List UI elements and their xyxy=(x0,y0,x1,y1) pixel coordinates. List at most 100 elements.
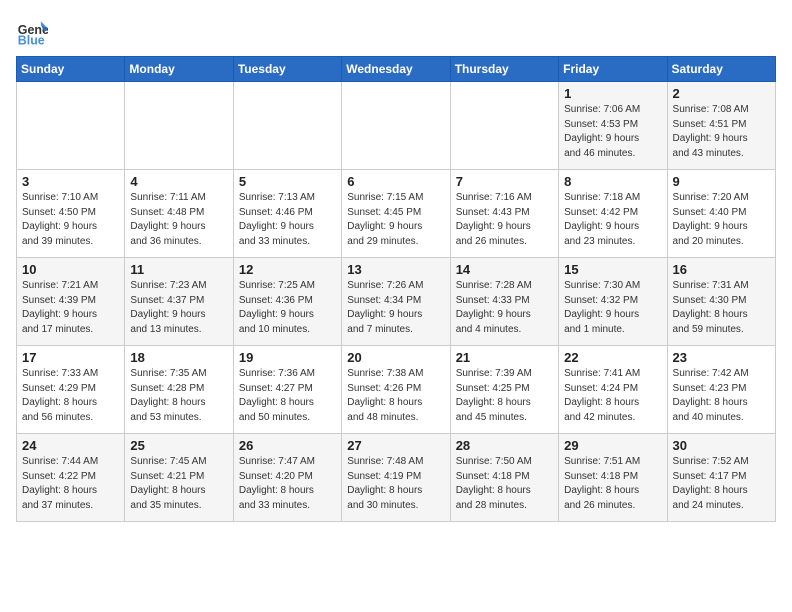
day-number: 6 xyxy=(347,174,444,189)
calendar-cell xyxy=(233,82,341,170)
calendar-cell: 26 Sunrise: 7:47 AMSunset: 4:20 PMDayligh… xyxy=(233,434,341,522)
day-info: Sunrise: 7:08 AMSunset: 4:51 PMDaylight:… xyxy=(673,103,770,161)
calendar-cell xyxy=(125,82,233,170)
calendar-cell: 30 Sunrise: 7:52 AMSunset: 4:17 PMDayligh… xyxy=(667,434,775,522)
day-info: Sunrise: 7:35 AMSunset: 4:28 PMDaylight:… xyxy=(130,367,227,425)
day-number: 19 xyxy=(239,350,336,365)
calendar-cell: 7 Sunrise: 7:16 AMSunset: 4:43 PMDaylight… xyxy=(450,170,558,258)
calendar-cell: 1Sunrise: 7:06 AMSunset: 4:53 PMDaylight… xyxy=(559,82,667,170)
day-info: Sunrise: 7:38 AMSunset: 4:26 PMDaylight:… xyxy=(347,367,444,425)
day-info: Sunrise: 7:47 AMSunset: 4:20 PMDaylight:… xyxy=(239,455,336,513)
calendar-cell: 5 Sunrise: 7:13 AMSunset: 4:46 PMDaylight… xyxy=(233,170,341,258)
day-info: Sunrise: 7:41 AMSunset: 4:24 PMDaylight:… xyxy=(564,367,661,425)
day-number: 4 xyxy=(130,174,227,189)
day-info: Sunrise: 7:28 AMSunset: 4:33 PMDaylight:… xyxy=(456,279,553,337)
svg-text:Blue: Blue xyxy=(18,33,45,47)
day-number: 28 xyxy=(456,438,553,453)
day-number: 9 xyxy=(673,174,770,189)
logo-icon: General Blue xyxy=(16,16,48,48)
day-number: 21 xyxy=(456,350,553,365)
header-saturday: Saturday xyxy=(667,57,775,82)
day-info: Sunrise: 7:18 AMSunset: 4:42 PMDaylight:… xyxy=(564,191,661,249)
calendar-table: SundayMondayTuesdayWednesdayThursdayFrid… xyxy=(16,56,776,522)
day-number: 27 xyxy=(347,438,444,453)
day-number: 5 xyxy=(239,174,336,189)
header-thursday: Thursday xyxy=(450,57,558,82)
calendar-cell: 24Sunrise: 7:44 AMSunset: 4:22 PMDayligh… xyxy=(17,434,125,522)
header-sunday: Sunday xyxy=(17,57,125,82)
calendar-header-row: SundayMondayTuesdayWednesdayThursdayFrid… xyxy=(17,57,776,82)
calendar-cell: 21 Sunrise: 7:39 AMSunset: 4:25 PMDayligh… xyxy=(450,346,558,434)
day-info: Sunrise: 7:11 AMSunset: 4:48 PMDaylight:… xyxy=(130,191,227,249)
day-number: 7 xyxy=(456,174,553,189)
calendar-cell: 2 Sunrise: 7:08 AMSunset: 4:51 PMDaylight… xyxy=(667,82,775,170)
day-info: Sunrise: 7:52 AMSunset: 4:17 PMDaylight:… xyxy=(673,455,770,513)
day-info: Sunrise: 7:48 AMSunset: 4:19 PMDaylight:… xyxy=(347,455,444,513)
calendar-cell: 9 Sunrise: 7:20 AMSunset: 4:40 PMDaylight… xyxy=(667,170,775,258)
day-number: 26 xyxy=(239,438,336,453)
calendar-cell: 14 Sunrise: 7:28 AMSunset: 4:33 PMDayligh… xyxy=(450,258,558,346)
calendar-cell: 6 Sunrise: 7:15 AMSunset: 4:45 PMDaylight… xyxy=(342,170,450,258)
day-info: Sunrise: 7:10 AMSunset: 4:50 PMDaylight:… xyxy=(22,191,119,249)
calendar-cell: 20 Sunrise: 7:38 AMSunset: 4:26 PMDayligh… xyxy=(342,346,450,434)
calendar-cell: 19 Sunrise: 7:36 AMSunset: 4:27 PMDayligh… xyxy=(233,346,341,434)
week-row-2: 3 Sunrise: 7:10 AMSunset: 4:50 PMDaylight… xyxy=(17,170,776,258)
header-monday: Monday xyxy=(125,57,233,82)
day-info: Sunrise: 7:16 AMSunset: 4:43 PMDaylight:… xyxy=(456,191,553,249)
day-number: 14 xyxy=(456,262,553,277)
calendar-cell: 25 Sunrise: 7:45 AMSunset: 4:21 PMDayligh… xyxy=(125,434,233,522)
day-number: 13 xyxy=(347,262,444,277)
calendar-cell: 28Sunrise: 7:50 AMSunset: 4:18 PMDayligh… xyxy=(450,434,558,522)
day-number: 15 xyxy=(564,262,661,277)
day-info: Sunrise: 7:45 AMSunset: 4:21 PMDaylight:… xyxy=(130,455,227,513)
calendar-cell: 8 Sunrise: 7:18 AMSunset: 4:42 PMDaylight… xyxy=(559,170,667,258)
calendar-cell: 15Sunrise: 7:30 AMSunset: 4:32 PMDayligh… xyxy=(559,258,667,346)
day-info: Sunrise: 7:15 AMSunset: 4:45 PMDaylight:… xyxy=(347,191,444,249)
day-number: 25 xyxy=(130,438,227,453)
day-info: Sunrise: 7:39 AMSunset: 4:25 PMDaylight:… xyxy=(456,367,553,425)
calendar-cell xyxy=(17,82,125,170)
day-number: 16 xyxy=(673,262,770,277)
calendar-cell: 29 Sunrise: 7:51 AMSunset: 4:18 PMDayligh… xyxy=(559,434,667,522)
calendar-cell: 27 Sunrise: 7:48 AMSunset: 4:19 PMDayligh… xyxy=(342,434,450,522)
day-number: 18 xyxy=(130,350,227,365)
day-number: 11 xyxy=(130,262,227,277)
calendar-cell: 17 Sunrise: 7:33 AMSunset: 4:29 PMDayligh… xyxy=(17,346,125,434)
day-number: 3 xyxy=(22,174,119,189)
day-info: Sunrise: 7:13 AMSunset: 4:46 PMDaylight:… xyxy=(239,191,336,249)
day-info: Sunrise: 7:21 AMSunset: 4:39 PMDaylight:… xyxy=(22,279,119,337)
header-tuesday: Tuesday xyxy=(233,57,341,82)
day-info: Sunrise: 7:44 AMSunset: 4:22 PMDaylight:… xyxy=(22,455,119,513)
day-info: Sunrise: 7:26 AMSunset: 4:34 PMDaylight:… xyxy=(347,279,444,337)
header-friday: Friday xyxy=(559,57,667,82)
calendar-cell: 10Sunrise: 7:21 AMSunset: 4:39 PMDayligh… xyxy=(17,258,125,346)
day-info: Sunrise: 7:51 AMSunset: 4:18 PMDaylight:… xyxy=(564,455,661,513)
day-number: 23 xyxy=(673,350,770,365)
calendar-cell xyxy=(450,82,558,170)
day-info: Sunrise: 7:20 AMSunset: 4:40 PMDaylight:… xyxy=(673,191,770,249)
day-info: Sunrise: 7:42 AMSunset: 4:23 PMDaylight:… xyxy=(673,367,770,425)
day-number: 20 xyxy=(347,350,444,365)
page-header: General Blue xyxy=(16,16,776,48)
calendar-cell: 18 Sunrise: 7:35 AMSunset: 4:28 PMDayligh… xyxy=(125,346,233,434)
calendar-cell: 23 Sunrise: 7:42 AMSunset: 4:23 PMDayligh… xyxy=(667,346,775,434)
day-number: 29 xyxy=(564,438,661,453)
calendar-cell xyxy=(342,82,450,170)
calendar-cell: 16Sunrise: 7:31 AMSunset: 4:30 PMDayligh… xyxy=(667,258,775,346)
week-row-4: 17 Sunrise: 7:33 AMSunset: 4:29 PMDayligh… xyxy=(17,346,776,434)
day-info: Sunrise: 7:33 AMSunset: 4:29 PMDaylight:… xyxy=(22,367,119,425)
week-row-1: 1Sunrise: 7:06 AMSunset: 4:53 PMDaylight… xyxy=(17,82,776,170)
day-number: 8 xyxy=(564,174,661,189)
day-number: 30 xyxy=(673,438,770,453)
calendar-cell: 12Sunrise: 7:25 AMSunset: 4:36 PMDayligh… xyxy=(233,258,341,346)
header-wednesday: Wednesday xyxy=(342,57,450,82)
day-number: 17 xyxy=(22,350,119,365)
week-row-3: 10Sunrise: 7:21 AMSunset: 4:39 PMDayligh… xyxy=(17,258,776,346)
day-number: 22 xyxy=(564,350,661,365)
day-info: Sunrise: 7:36 AMSunset: 4:27 PMDaylight:… xyxy=(239,367,336,425)
day-number: 12 xyxy=(239,262,336,277)
calendar-cell: 22 Sunrise: 7:41 AMSunset: 4:24 PMDayligh… xyxy=(559,346,667,434)
calendar-cell: 13 Sunrise: 7:26 AMSunset: 4:34 PMDayligh… xyxy=(342,258,450,346)
day-number: 2 xyxy=(673,86,770,101)
day-info: Sunrise: 7:06 AMSunset: 4:53 PMDaylight:… xyxy=(564,103,661,161)
